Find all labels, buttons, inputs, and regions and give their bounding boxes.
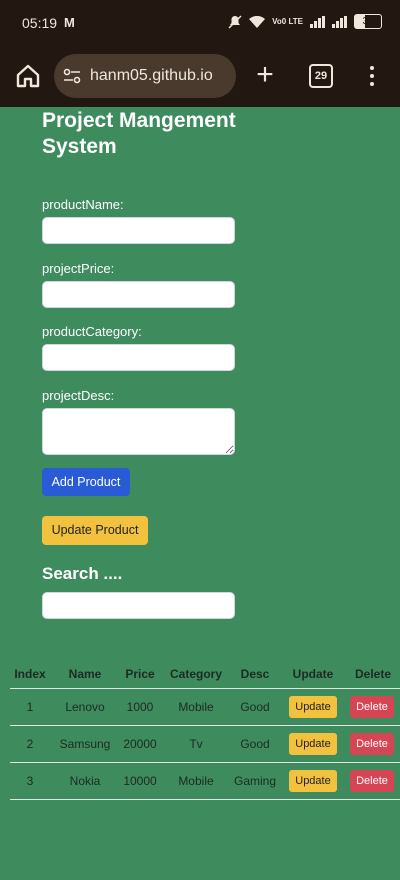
header-index: Index <box>14 667 46 681</box>
home-icon[interactable] <box>14 62 42 90</box>
network-label: Vo0 LTE <box>272 16 303 26</box>
cell-category: Mobile <box>178 700 214 714</box>
row-update-button[interactable]: Update <box>289 770 337 792</box>
status-bar: 05:19 M Vo0 LTE 39 <box>0 0 400 46</box>
product-category-label: productCategory: <box>42 324 142 339</box>
row-delete-button[interactable]: Delete <box>350 770 394 792</box>
add-product-button[interactable]: Add Product <box>42 468 130 496</box>
status-time: 05:19 <box>22 15 58 31</box>
cell-name: Lenovo <box>65 700 105 714</box>
address-bar[interactable]: hanm05.github.io <box>54 54 236 98</box>
more-menu-icon[interactable] <box>366 64 378 88</box>
header-category: Category <box>169 667 222 681</box>
battery-icon: 39 <box>354 14 382 29</box>
cell-price: 20000 <box>123 737 157 751</box>
header-update: Update <box>292 667 334 681</box>
project-desc-textarea[interactable] <box>42 408 235 455</box>
row-update-button[interactable]: Update <box>289 696 337 718</box>
cell-desc: Good <box>240 700 270 714</box>
signal-icon-2 <box>332 15 347 28</box>
cell-index: 2 <box>26 737 34 751</box>
product-name-input[interactable] <box>42 217 235 244</box>
cell-name: Nokia <box>69 774 101 788</box>
header-desc: Desc <box>240 667 270 681</box>
search-heading: Search .... <box>42 564 123 583</box>
cell-index: 1 <box>26 700 34 714</box>
table-row: 2 Samsung 20000 Tv Good Update Delete <box>10 726 400 763</box>
mute-icon <box>228 14 242 29</box>
header-price: Price <box>125 667 155 681</box>
cell-desc: Gaming <box>233 774 277 788</box>
status-icons: Vo0 LTE 39 <box>228 14 382 29</box>
site-settings-icon[interactable] <box>62 66 82 86</box>
row-delete-button[interactable]: Delete <box>350 696 394 718</box>
signal-icon <box>310 15 325 28</box>
row-delete-button[interactable]: Delete <box>350 733 394 755</box>
page-title: Project Mangement System <box>42 109 236 158</box>
project-price-input[interactable] <box>42 281 235 308</box>
gmail-icon: M <box>64 15 75 30</box>
tab-switcher-button[interactable]: 29 <box>309 64 333 88</box>
browser-toolbar: hanm05.github.io + 29 <box>0 50 400 102</box>
update-product-button[interactable]: Update Product <box>42 516 148 545</box>
table-row: 1 Lenovo 1000 Mobile Good Update Delete <box>10 689 400 726</box>
cell-price: 10000 <box>123 774 157 788</box>
project-desc-label: projectDesc: <box>42 388 115 403</box>
cell-desc: Good <box>240 737 270 751</box>
search-input[interactable] <box>42 592 235 619</box>
cell-name: Samsung <box>59 737 111 751</box>
project-price-label: projectPrice: <box>42 261 115 276</box>
wifi-icon <box>249 15 266 28</box>
row-update-button[interactable]: Update <box>289 733 337 755</box>
products-table: Index Name Price Category Desc Update De… <box>10 658 400 800</box>
product-category-input[interactable] <box>42 344 235 371</box>
browser-chrome: 05:19 M Vo0 LTE 39 hanm05.github.io + 29 <box>0 0 400 107</box>
product-name-label: productName: <box>42 197 124 212</box>
table-row: 3 Nokia 10000 Mobile Gaming Update Delet… <box>10 763 400 800</box>
battery-level: 39 <box>362 16 374 27</box>
table-header: Index Name Price Category Desc Update De… <box>10 658 400 689</box>
cell-price: 1000 <box>126 700 154 714</box>
new-tab-icon[interactable]: + <box>252 60 278 90</box>
cell-category: Mobile <box>178 774 214 788</box>
header-delete: Delete <box>354 667 392 681</box>
url-text: hanm05.github.io <box>90 67 213 84</box>
header-name: Name <box>68 667 102 681</box>
cell-category: Tv <box>189 737 203 751</box>
cell-index: 3 <box>26 774 34 788</box>
